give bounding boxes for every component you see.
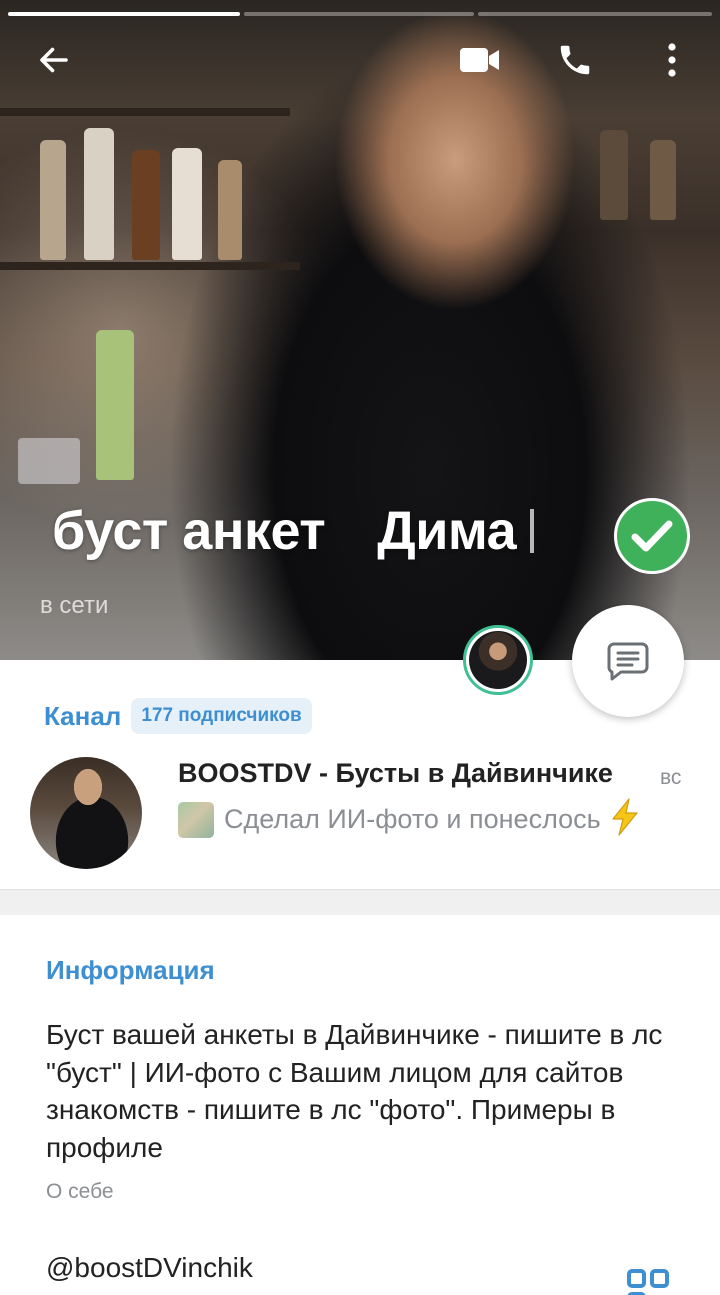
call-button[interactable] (545, 30, 605, 90)
bottle-decor (218, 160, 242, 260)
bottle-decor (84, 128, 114, 260)
online-status: в сети (40, 592, 109, 619)
bottle-decor (96, 330, 134, 480)
section-divider (0, 889, 720, 915)
story-progress-segment (8, 12, 240, 16)
channel-label: Канал (44, 700, 122, 731)
story-progress-segment (244, 12, 474, 16)
bottle-decor (172, 148, 202, 260)
qr-code-button[interactable] (626, 1268, 670, 1295)
video-camera-icon (460, 48, 499, 72)
subscribers-badge: 177 подписчиков (131, 698, 312, 734)
channel-last-message[interactable]: Сделал ИИ-фото и понеслось (178, 798, 641, 841)
bio-text[interactable]: Буст вашей анкеты в Дайвинчике - пишите … (46, 1016, 686, 1166)
qr-code-icon (627, 1269, 669, 1295)
verified-badge[interactable] (614, 498, 690, 574)
bottle-decor (132, 150, 160, 260)
story-avatar[interactable] (463, 625, 533, 695)
bottle-decor (600, 130, 628, 220)
phone-icon (560, 45, 590, 75)
avatar (469, 631, 527, 689)
story-progress-segment (478, 12, 712, 16)
back-button[interactable] (24, 30, 84, 90)
profile-photo[interactable]: буст анкет Дима в сети (0, 0, 720, 660)
channel-title[interactable]: BOOSTDV - Бусты в Дайвинчике (178, 758, 618, 789)
bar-shelf (0, 108, 290, 116)
more-vertical-icon (668, 43, 676, 77)
message-icon (607, 642, 649, 681)
bottle-decor (40, 140, 66, 260)
bottle-decor (650, 140, 676, 220)
verified-check-icon (631, 520, 673, 552)
bar-shelf (0, 262, 300, 270)
lightning-emoji-icon (609, 798, 641, 841)
profile-name: буст анкет Дима (52, 500, 535, 562)
message-thumbnail (178, 801, 214, 838)
channel-header: Канал 177 подписчиков (44, 698, 312, 734)
info-section-title: Информация (46, 955, 215, 985)
video-call-button[interactable] (450, 30, 510, 90)
username[interactable]: @boostDVinchik (46, 1252, 253, 1284)
bio-label: О себе (46, 1180, 114, 1203)
message-button[interactable] (572, 605, 684, 717)
profile-name-part2: Дима (377, 501, 517, 561)
more-menu-button[interactable] (642, 30, 702, 90)
channel-last-message-date: вс (660, 766, 682, 789)
glass-decor (18, 438, 80, 484)
name-separator (530, 509, 535, 553)
channel-avatar[interactable] (30, 757, 142, 869)
profile-name-part1: буст анкет (52, 501, 326, 561)
arrow-left-icon (40, 47, 68, 73)
last-message-text: Сделал ИИ-фото и понеслось (224, 804, 601, 834)
